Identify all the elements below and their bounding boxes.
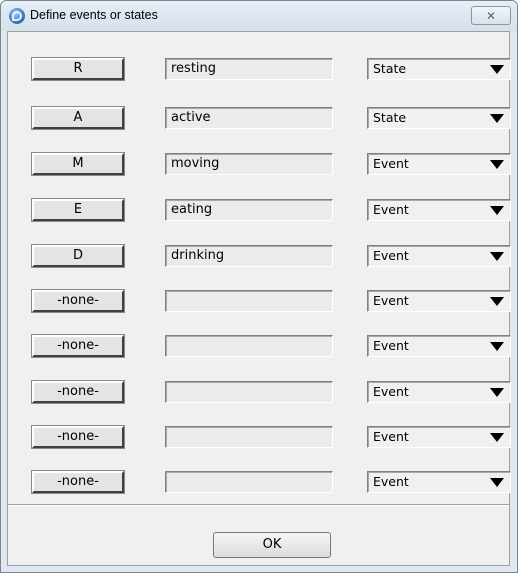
event-row: R resting State [8,57,511,81]
chevron-down-icon[interactable] [490,388,504,397]
chevron-down-icon[interactable] [490,478,504,487]
code-button[interactable]: D [31,244,125,268]
type-dropdown[interactable]: State [367,107,511,129]
footer-divider [8,504,509,506]
event-row: -none- Event [8,334,511,358]
type-dropdown[interactable]: Event [367,290,511,312]
label-input[interactable] [165,471,333,493]
close-button[interactable]: ✕ [471,6,511,25]
type-dropdown-value: Event [373,293,409,308]
chevron-down-icon[interactable] [490,297,504,306]
chevron-down-icon[interactable] [490,160,504,169]
event-row: -none- Event [8,380,511,404]
dialog-window: Define events or states ✕ R resting Stat… [0,0,518,573]
type-dropdown-value: State [373,110,407,125]
event-row: E eating Event [8,198,511,222]
event-row: -none- Event [8,289,511,313]
label-input[interactable]: eating [165,199,333,221]
type-dropdown-value: Event [373,248,409,263]
label-input[interactable]: resting [165,58,333,80]
type-dropdown-value: Event [373,384,409,399]
label-input[interactable] [165,290,333,312]
type-dropdown[interactable]: Event [367,199,511,221]
chevron-down-icon[interactable] [490,65,504,74]
label-input[interactable]: active [165,107,333,129]
chevron-down-icon[interactable] [490,206,504,215]
type-dropdown[interactable]: State [367,58,511,80]
code-button[interactable]: -none- [31,334,125,358]
dialog-body: R resting State A active State M moving … [7,31,511,566]
label-input[interactable] [165,335,333,357]
chevron-down-icon[interactable] [490,433,504,442]
code-button[interactable]: M [31,152,125,176]
type-dropdown-value: State [373,61,407,76]
type-dropdown[interactable]: Event [367,245,511,267]
code-button[interactable]: R [31,57,125,81]
code-button[interactable]: A [31,106,125,130]
ok-button[interactable]: OK [213,532,331,558]
type-dropdown-value: Event [373,338,409,353]
event-row: -none- Event [8,425,511,449]
close-icon: ✕ [485,9,497,23]
type-dropdown[interactable]: Event [367,335,511,357]
chevron-down-icon[interactable] [490,114,504,123]
code-button[interactable]: -none- [31,380,125,404]
title-bar[interactable]: Define events or states ✕ [1,1,517,31]
code-button[interactable]: -none- [31,425,125,449]
chevron-down-icon[interactable] [490,342,504,351]
chevron-down-icon[interactable] [490,252,504,261]
code-button[interactable]: -none- [31,289,125,313]
label-input[interactable]: moving [165,153,333,175]
app-icon [9,8,25,24]
type-dropdown-value: Event [373,156,409,171]
code-button[interactable]: -none- [31,470,125,494]
code-button[interactable]: E [31,198,125,222]
type-dropdown[interactable]: Event [367,426,511,448]
event-row: A active State [8,106,511,130]
type-dropdown-value: Event [373,474,409,489]
type-dropdown-value: Event [373,202,409,217]
window-title: Define events or states [30,8,158,22]
event-row: M moving Event [8,152,511,176]
type-dropdown[interactable]: Event [367,471,511,493]
event-row: D drinking Event [8,244,511,268]
type-dropdown[interactable]: Event [367,153,511,175]
label-input[interactable]: drinking [165,245,333,267]
label-input[interactable] [165,426,333,448]
label-input[interactable] [165,381,333,403]
event-row: -none- Event [8,470,511,494]
type-dropdown-value: Event [373,429,409,444]
type-dropdown[interactable]: Event [367,381,511,403]
